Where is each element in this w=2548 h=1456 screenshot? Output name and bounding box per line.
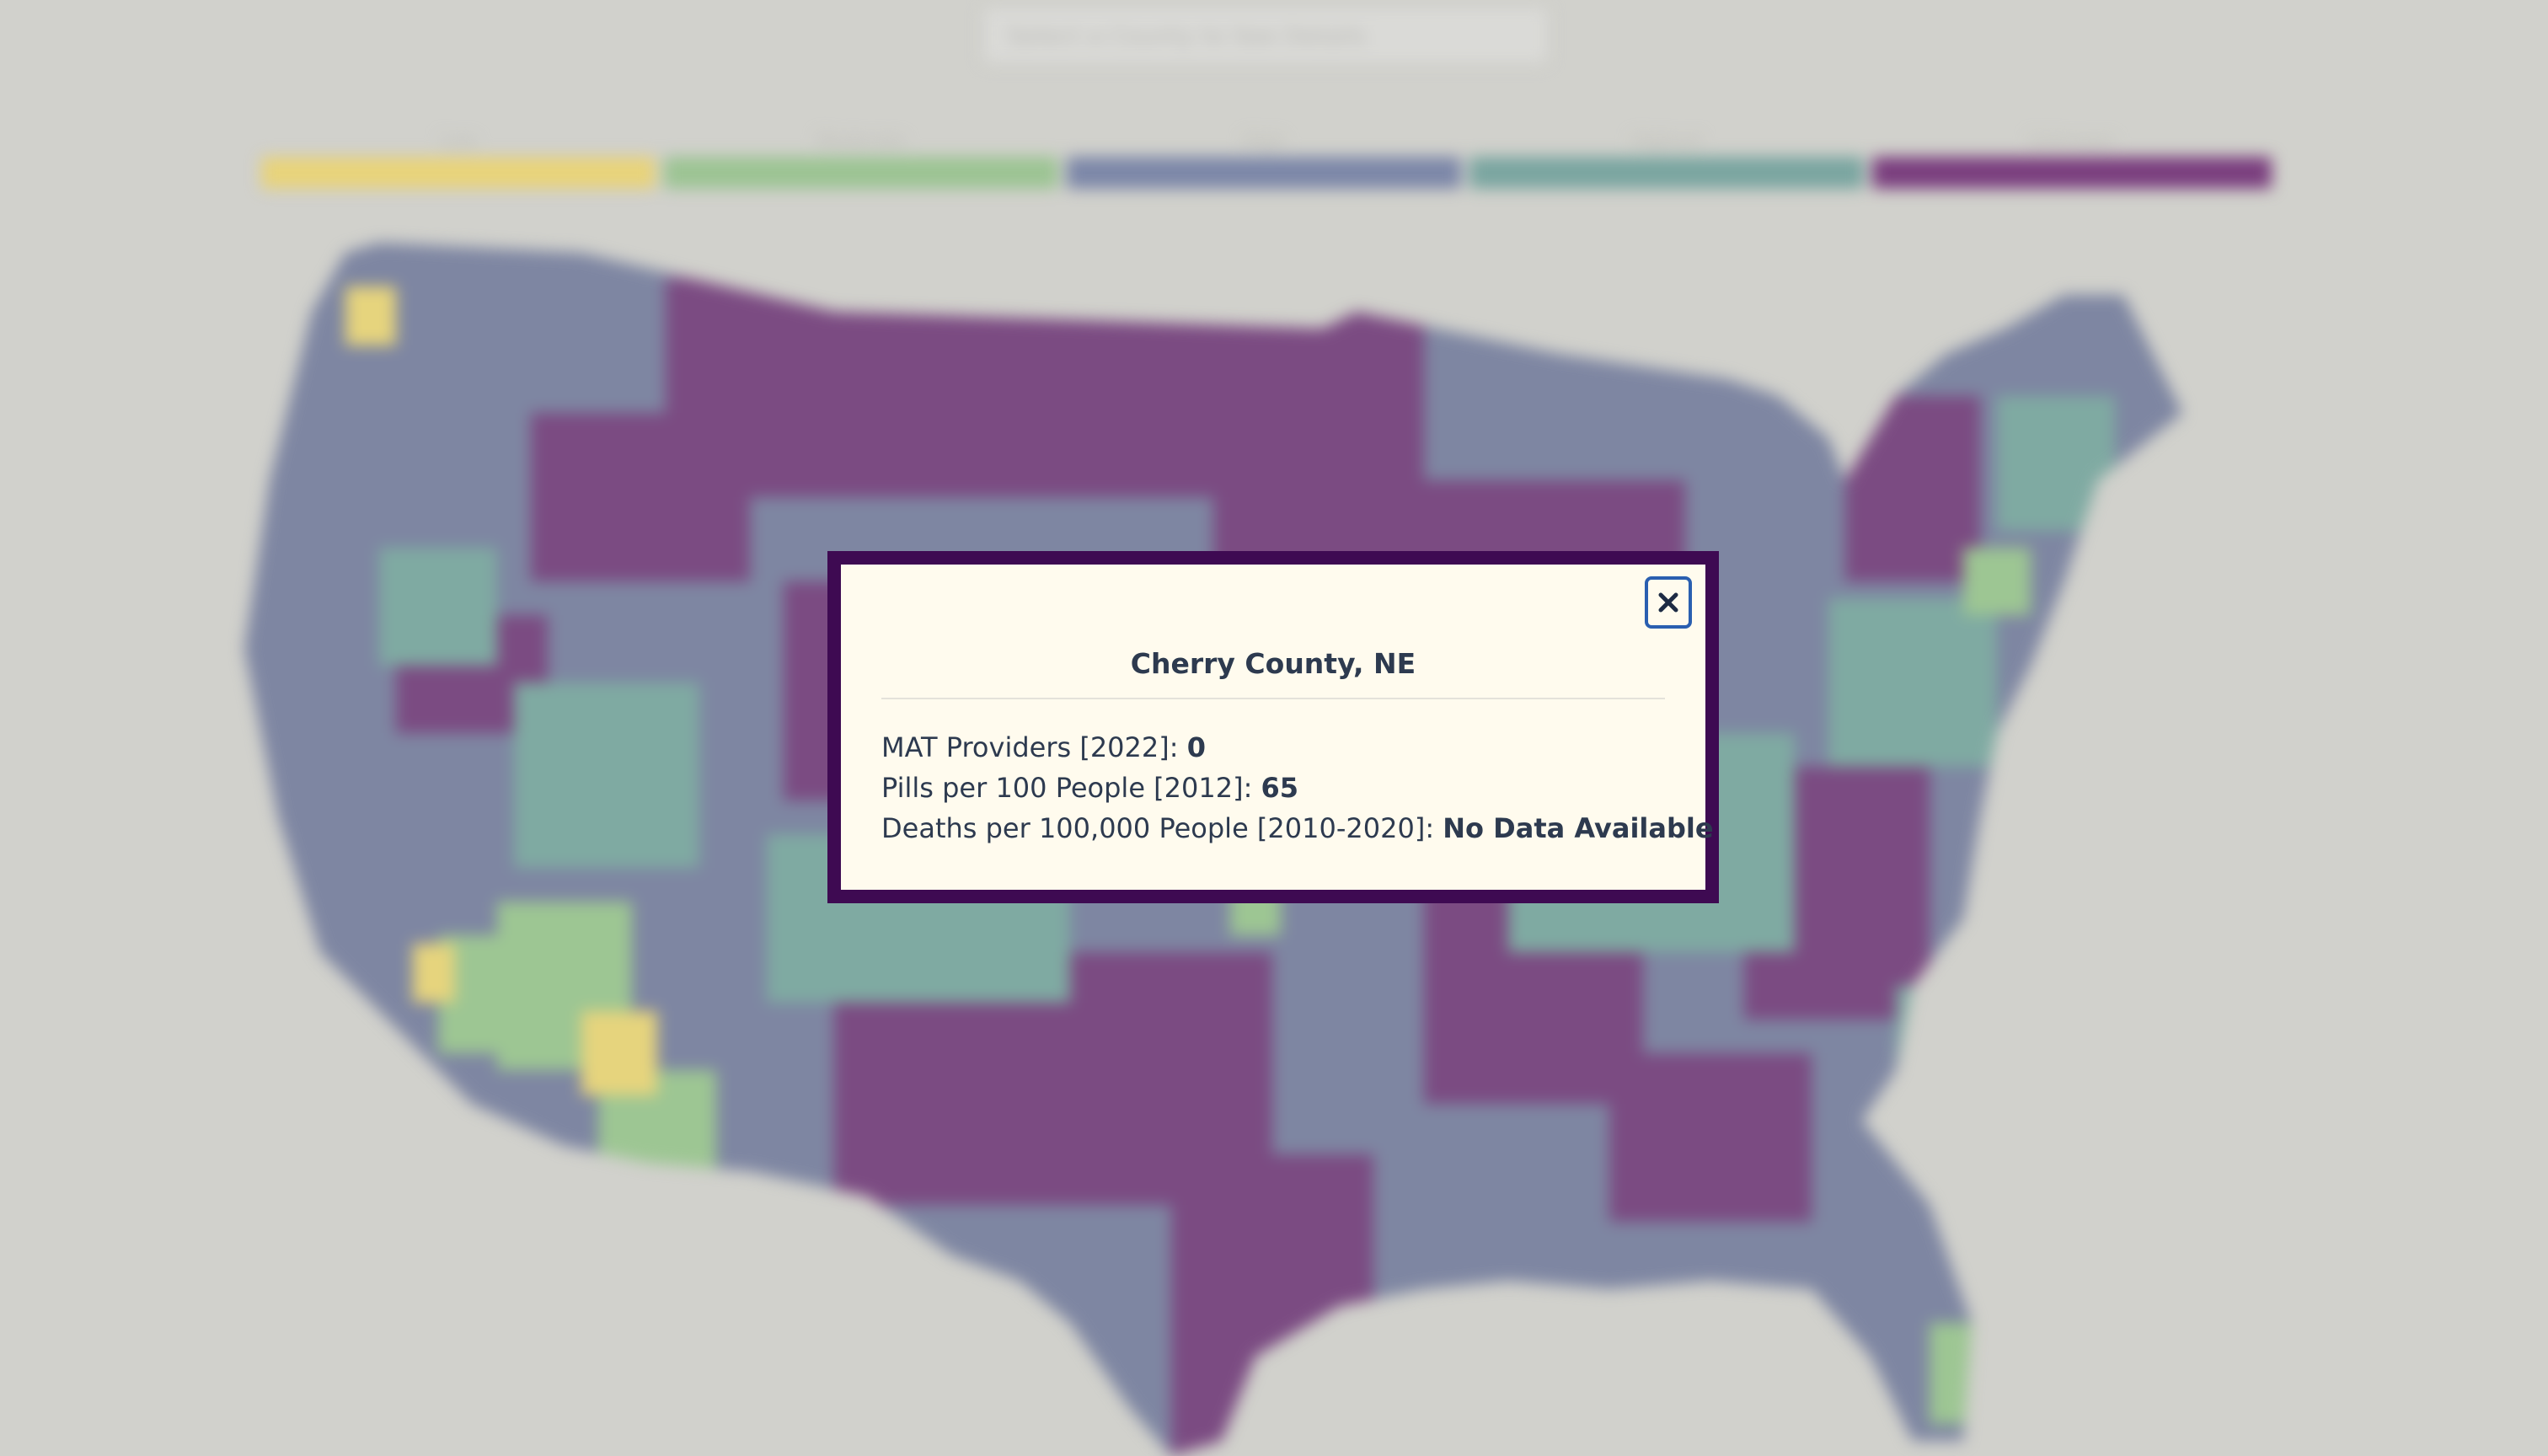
legend-label: Moderate (816, 131, 906, 153)
search-placeholder: Select a County to See Details (1008, 21, 1367, 50)
legend-label: Low (440, 131, 477, 153)
county-title: Cherry County, NE (1130, 647, 1416, 680)
legend-item-low: Low (261, 126, 656, 194)
stat-value: 65 (1261, 772, 1299, 804)
legend-item-moderate: Moderate (664, 126, 1058, 194)
legend-swatch (1872, 157, 2272, 189)
legend-item-highest: Highest (1469, 126, 1864, 194)
stat-deaths-per-100k: Deaths per 100,000 People [2010-2020]: N… (881, 812, 1714, 844)
stat-mat-providers: MAT Providers [2022]: 0 (881, 731, 1206, 763)
county-search-input[interactable]: Select a County to See Details (982, 7, 1549, 64)
county-details-modal: Cherry County, NE MAT Providers [2022]: … (827, 551, 1719, 903)
stat-label: Deaths per 100,000 People [2010-2020]: (881, 812, 1443, 844)
stat-value: 0 (1186, 731, 1206, 763)
legend-swatch (261, 157, 656, 189)
legend-label: Unknown (2028, 131, 2116, 153)
stat-pills-per-100: Pills per 100 People [2012]: 65 (881, 772, 1298, 804)
legend-item-unknown: Unknown (1872, 126, 2272, 194)
close-button[interactable] (1645, 576, 1692, 629)
stat-label: Pills per 100 People [2012]: (881, 772, 1261, 804)
legend-label: High (1242, 131, 1286, 153)
title-divider (881, 698, 1665, 699)
stat-label: MAT Providers [2022]: (881, 731, 1187, 763)
legend-swatch (1067, 157, 1461, 189)
stat-value: No Data Available (1443, 812, 1714, 844)
map-legend: Low Moderate High Highest Unknown (261, 126, 2272, 194)
legend-label: Highest (1630, 131, 1703, 153)
legend-swatch (664, 157, 1058, 189)
legend-item-high: High (1067, 126, 1461, 194)
close-icon (1658, 592, 1678, 613)
legend-swatch (1469, 157, 1864, 189)
